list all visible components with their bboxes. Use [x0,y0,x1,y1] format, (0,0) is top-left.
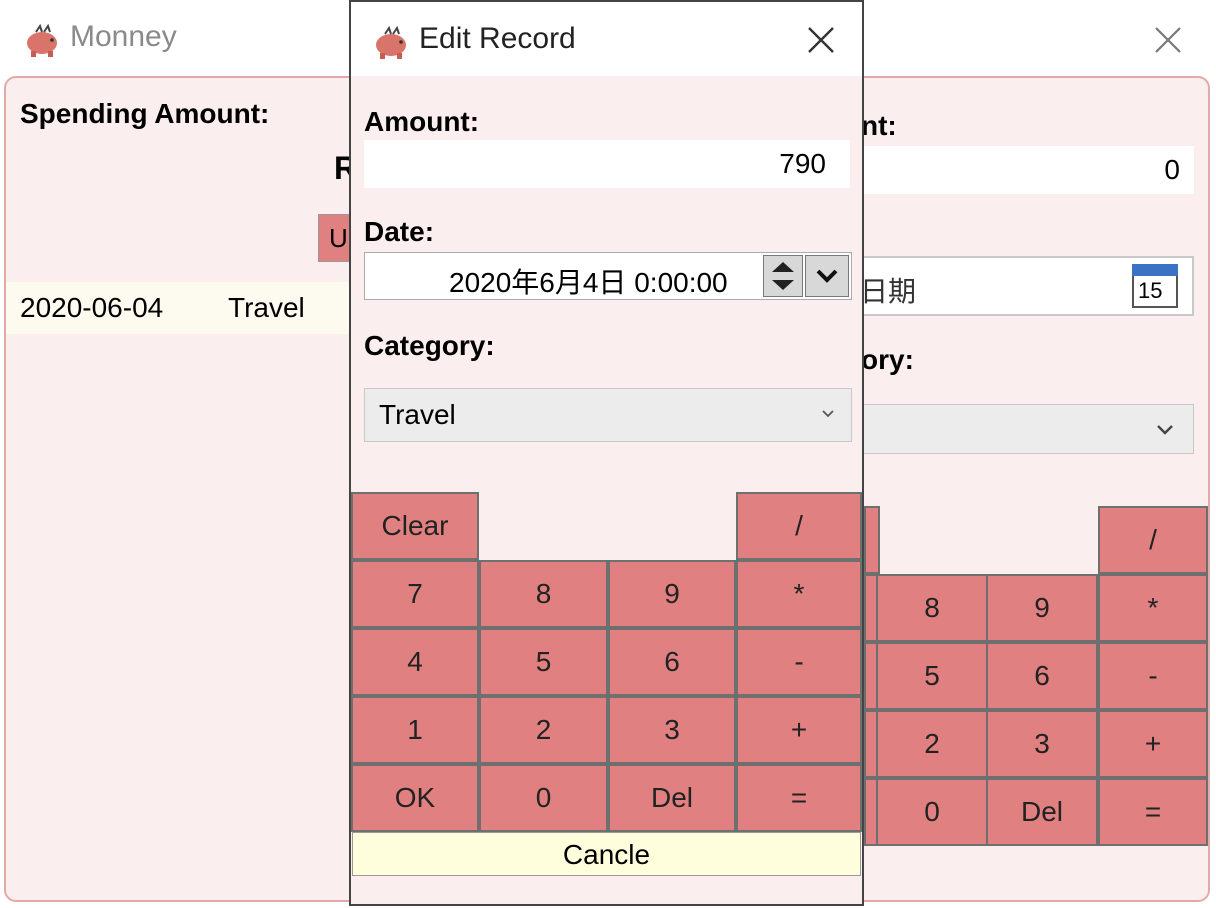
category-label: Category: [364,330,495,361]
keypad-key-1[interactable]: 1 [351,696,479,764]
list-item[interactable]: 2020-06-04 Travel [6,282,366,334]
category-dropdown[interactable] [858,404,1194,454]
amount-label: nt: [861,110,897,141]
spinner-arrows-icon[interactable] [763,255,803,297]
keypad-clear[interactable]: Clear [351,492,479,560]
keypad-key-5[interactable]: 5 [876,642,988,710]
date-value: 2020年6月4日 0:00:00 [449,267,728,298]
keypad-key-2[interactable]: 2 [479,696,608,764]
keypad-key-3[interactable]: 3 [986,710,1098,778]
chevron-down-icon [1157,425,1173,435]
keypad-key-5[interactable]: 5 [479,628,608,696]
list-item-category: Travel [228,292,305,323]
keypad-key-4[interactable]: 4 [351,628,479,696]
piggy-bank-icon [376,25,406,59]
amount-field[interactable]: 790 [364,140,850,188]
keypad-key-8[interactable]: 8 [876,574,988,642]
keypad-plus[interactable]: + [1098,710,1208,778]
keypad-minus[interactable]: - [1098,642,1208,710]
date-picker[interactable]: 日期 15 [858,256,1194,316]
keypad-minus[interactable]: - [736,628,862,696]
keypad-key-9[interactable]: 9 [608,560,736,628]
calendar-day: 15 [1138,278,1163,303]
keypad-key-0[interactable]: 0 [876,778,988,846]
chevron-down-icon [816,269,838,283]
keypad-key-8[interactable]: 8 [479,560,608,628]
calendar-icon[interactable]: 15 [1132,264,1178,308]
keypad-key-0[interactable]: 0 [479,764,608,832]
chevron-down-icon [822,410,834,418]
keypad-divide[interactable]: / [736,492,862,560]
date-dropdown-button[interactable] [805,255,849,297]
keypad-plus[interactable]: + [736,696,862,764]
list-item-date: 2020-06-04 [20,292,164,323]
date-label: Date: [364,216,435,247]
keypad-multiply[interactable]: * [1098,574,1208,642]
keypad-key-3[interactable]: 3 [608,696,736,764]
spending-amount-label: Spending Amount: [20,98,270,129]
amount-field[interactable]: 0 [858,146,1194,194]
category-dropdown[interactable]: Travel [364,388,852,442]
amount-label: Amount: [364,106,480,137]
keypad-ok[interactable]: OK [351,764,479,832]
category-value: Travel [379,399,456,430]
piggy-bank-icon [27,23,57,57]
keypad-multiply[interactable]: * [736,560,862,628]
date-picker[interactable]: 2020年6月4日 0:00:00 [364,252,852,300]
date-placeholder: 日期 [860,276,917,307]
keypad-key-6[interactable]: 6 [608,628,736,696]
keypad-key-2[interactable]: 2 [876,710,988,778]
dialog-title-bar: Edit Record [351,2,862,76]
keypad-equals[interactable]: = [1098,778,1208,846]
close-icon[interactable] [801,20,841,60]
dialog-title: Edit Record [419,22,576,55]
category-label: ory: [861,344,914,375]
keypad-key-9[interactable]: 9 [986,574,1098,642]
keypad-equals[interactable]: = [736,764,862,832]
keypad-key-6[interactable]: 6 [986,642,1098,710]
keypad-key-7[interactable]: 7 [351,560,479,628]
main-window-title: Monney [70,20,177,53]
keypad-key[interactable] [864,506,880,574]
keypad-divide[interactable]: / [1098,506,1208,574]
keypad-delete[interactable]: Del [608,764,736,832]
keypad-delete[interactable]: Del [986,778,1098,846]
cancel-button[interactable]: Cancle [352,832,861,876]
close-icon[interactable] [1146,18,1190,62]
edit-record-dialog: Edit Record Amount: 790 Date: 2020年6月4日 … [349,0,864,906]
